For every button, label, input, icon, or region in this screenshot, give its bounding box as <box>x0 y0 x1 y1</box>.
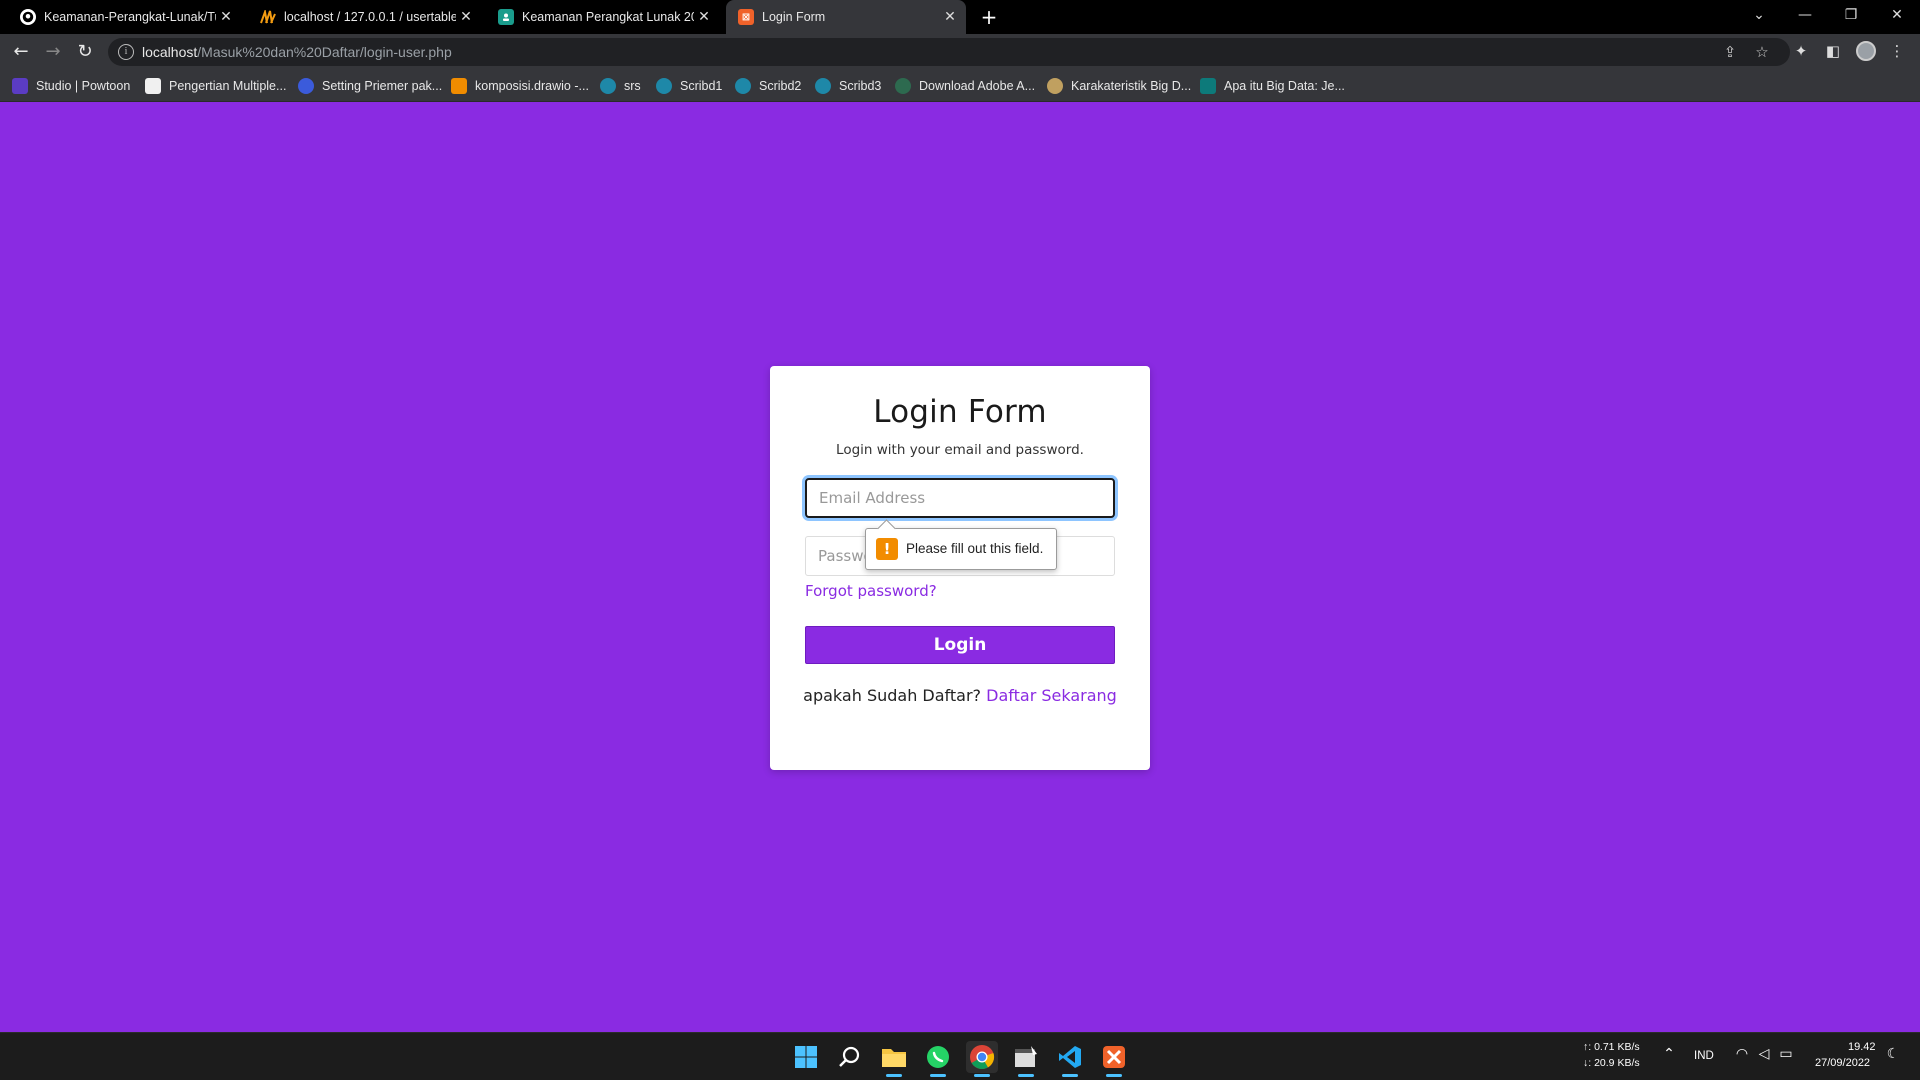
powtoon-icon <box>12 78 28 94</box>
close-window-button[interactable]: ✕ <box>1874 0 1920 30</box>
whatsapp-button[interactable] <box>922 1041 954 1077</box>
scribd-icon <box>600 78 616 94</box>
site-icon <box>1200 78 1216 94</box>
tab-strip: Keamanan-Perangkat-Lunak/Tugas ✕ localho… <box>0 0 1920 34</box>
bookmarks-bar: Studio | Powtoon Pengertian Multiple... … <box>0 70 1920 102</box>
bookmark-item[interactable]: Scribd2 <box>735 77 801 95</box>
github-icon <box>20 9 36 25</box>
tab-phpmyadmin[interactable]: localhost / 127.0.0.1 / usertable | phpM… <box>248 0 482 34</box>
browser-toolbar: ← → ↻ i localhost/Masuk%20dan%20Daftar/l… <box>0 34 1920 70</box>
document-icon <box>145 78 161 94</box>
tab-title: Login Form <box>762 10 826 24</box>
close-tab-icon[interactable]: ✕ <box>216 9 236 25</box>
do-not-disturb-icon[interactable]: ☾ <box>1884 1046 1902 1062</box>
clock-date[interactable]: 27/09/2022 <box>1815 1057 1870 1069</box>
site-info-icon[interactable]: i <box>118 44 134 60</box>
battery-icon[interactable]: ▭ <box>1777 1046 1795 1062</box>
bookmark-item[interactable]: Scribd3 <box>815 77 881 95</box>
bookmark-item[interactable]: komposisi.drawio -... <box>451 77 589 95</box>
folder-icon <box>882 1049 906 1067</box>
bookmark-item[interactable]: Studio | Powtoon <box>12 77 130 95</box>
tab-title: Keamanan Perangkat Lunak 2020 <box>522 10 694 24</box>
menu-icon[interactable]: ⋮ <box>1886 40 1908 62</box>
bookmark-item[interactable]: Karakateristik Big D... <box>1047 77 1191 95</box>
chrome-button[interactable] <box>966 1041 998 1077</box>
drawio-icon <box>451 78 467 94</box>
download-icon <box>895 78 911 94</box>
tab-login-form[interactable]: ⊠ Login Form ✕ <box>726 0 966 34</box>
xampp-button[interactable] <box>1098 1041 1130 1077</box>
side-panel-icon[interactable]: ◧ <box>1822 40 1844 62</box>
page-title: Login Form <box>873 394 1047 430</box>
scribd-icon <box>735 78 751 94</box>
chrome-icon <box>970 1045 995 1070</box>
clock-time[interactable]: 19.42 <box>1848 1041 1876 1053</box>
email-field[interactable] <box>805 478 1115 518</box>
back-button[interactable]: ← <box>9 40 33 64</box>
bookmark-item[interactable]: Setting Priemer pak... <box>298 77 442 95</box>
tab-search-icon[interactable]: ⌄ <box>1736 0 1782 30</box>
search-icon <box>839 1046 860 1067</box>
scribd-icon <box>815 78 831 94</box>
bookmark-item[interactable]: Apa itu Big Data: Je... <box>1200 77 1345 95</box>
close-tab-icon[interactable]: ✕ <box>694 9 714 25</box>
signup-link[interactable]: Daftar Sekarang <box>986 686 1117 705</box>
address-bar[interactable]: i localhost/Masuk%20dan%20Daftar/login-u… <box>108 38 1790 66</box>
site-icon <box>1047 78 1063 94</box>
language-indicator[interactable]: IND <box>1694 1050 1714 1062</box>
xampp-icon: ⊠ <box>738 9 754 25</box>
bookmark-item[interactable]: Pengertian Multiple... <box>145 77 286 95</box>
vscode-icon <box>1059 1046 1081 1068</box>
clapperboard-icon <box>1015 1046 1037 1067</box>
forward-button[interactable]: → <box>41 40 65 64</box>
login-subtitle: Login with your email and password. <box>836 442 1084 458</box>
upload-speed: ↑: 0.71 KB/s <box>1583 1041 1640 1053</box>
close-tab-icon[interactable]: ✕ <box>940 9 960 25</box>
reload-button[interactable]: ↻ <box>73 40 97 64</box>
vscode-button[interactable] <box>1054 1041 1086 1077</box>
bookmark-item[interactable]: Scribd1 <box>656 77 722 95</box>
new-tab-button[interactable]: + <box>976 4 1002 30</box>
scribd-icon <box>656 78 672 94</box>
tab-title: Keamanan-Perangkat-Lunak/Tugas <box>44 10 216 24</box>
bookmark-star-icon[interactable]: ☆ <box>1752 42 1772 62</box>
xampp-icon <box>1103 1046 1125 1068</box>
volume-icon[interactable]: ◁ <box>1755 1046 1773 1062</box>
file-explorer-button[interactable] <box>878 1041 910 1077</box>
chevron-up-icon[interactable]: ⌃ <box>1660 1046 1678 1062</box>
download-speed: ↓: 20.9 KB/s <box>1583 1057 1640 1069</box>
minimize-button[interactable]: — <box>1782 0 1828 30</box>
video-editor-button[interactable] <box>1010 1041 1042 1077</box>
wifi-icon[interactable]: ◠ <box>1733 1046 1751 1062</box>
restore-button[interactable]: ❐ <box>1828 0 1874 30</box>
windows-icon <box>795 1046 817 1068</box>
tab-classroom[interactable]: Keamanan Perangkat Lunak 2020 ✕ <box>486 0 720 34</box>
tab-github[interactable]: Keamanan-Perangkat-Lunak/Tugas ✕ <box>8 0 242 34</box>
login-button[interactable]: Login <box>805 626 1115 664</box>
signup-prompt-text: apakah Sudah Daftar? <box>803 686 982 705</box>
tab-title: localhost / 127.0.0.1 / usertable | phpM… <box>284 10 456 24</box>
classroom-icon <box>498 9 514 25</box>
taskbar <box>0 1032 1920 1080</box>
bookmark-item[interactable]: Download Adobe A... <box>895 77 1035 95</box>
close-tab-icon[interactable]: ✕ <box>456 9 476 25</box>
search-button[interactable] <box>834 1041 866 1073</box>
bookmark-item[interactable]: srs <box>600 77 641 95</box>
signup-prompt: apakah Sudah Daftar? Daftar Sekarang <box>770 684 1150 708</box>
validation-tooltip: ! Please fill out this field. <box>865 528 1057 570</box>
profile-avatar[interactable] <box>1856 41 1876 61</box>
warning-icon: ! <box>876 538 898 560</box>
site-icon <box>298 78 314 94</box>
whatsapp-icon <box>927 1046 949 1068</box>
share-icon[interactable]: ⇪ <box>1720 42 1740 62</box>
extensions-icon[interactable]: ✦ <box>1790 40 1812 62</box>
forgot-password-link[interactable]: Forgot password? <box>805 582 937 600</box>
start-button[interactable] <box>790 1041 822 1073</box>
phpmyadmin-icon <box>260 9 276 25</box>
validation-message: Please fill out this field. <box>906 541 1044 556</box>
url-text: localhost/Masuk%20dan%20Daftar/login-use… <box>142 44 452 60</box>
